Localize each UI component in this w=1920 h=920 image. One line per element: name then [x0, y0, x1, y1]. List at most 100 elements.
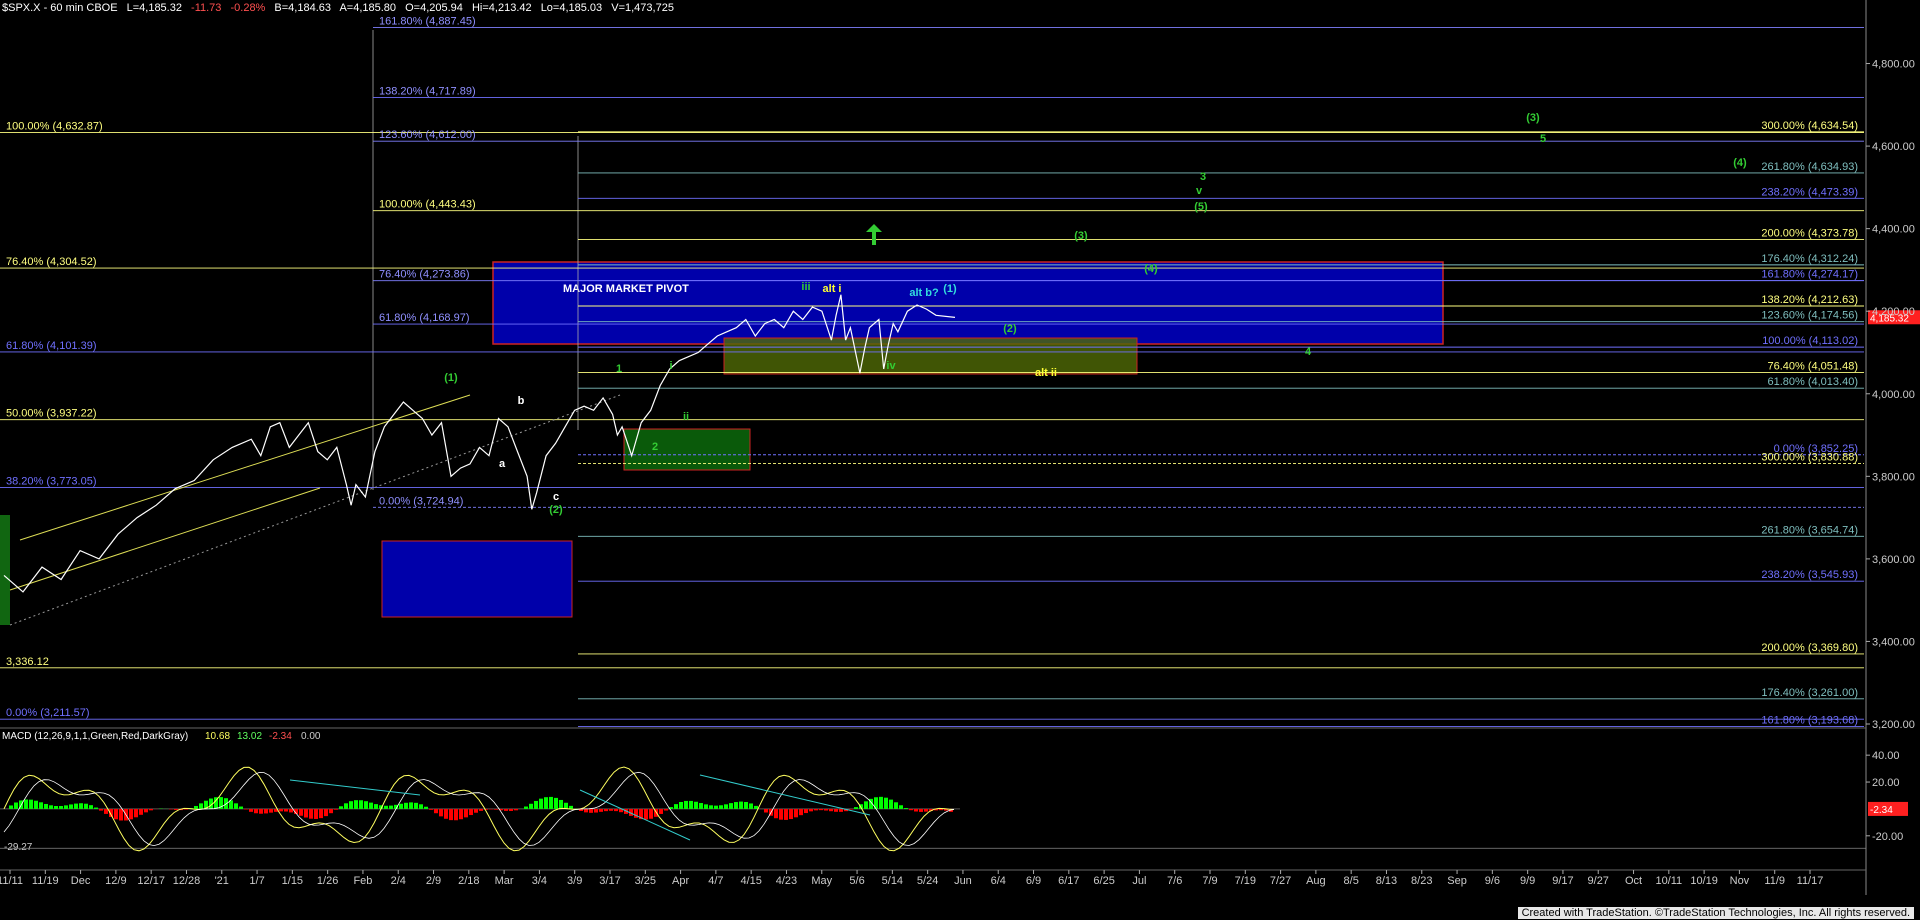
- macd-value: 13.02: [237, 731, 262, 742]
- macd-bar: [664, 808, 668, 811]
- macd-bar: [174, 808, 178, 810]
- x-tick-label: 6/4: [991, 875, 1006, 887]
- macd-bar: [494, 808, 498, 810]
- macd-bar: [69, 804, 73, 809]
- x-tick-label: 11/11: [0, 875, 23, 887]
- macd-bar: [889, 799, 893, 809]
- macd-value: -2.34: [269, 731, 292, 742]
- macd-bar: [279, 808, 283, 812]
- wave-label: iv: [886, 360, 896, 372]
- macd-bar: [504, 808, 508, 811]
- macd-bar: [329, 808, 333, 814]
- low-value: Lo=4,185.03: [540, 2, 603, 14]
- wave-label: (4): [1144, 263, 1158, 275]
- macd-bar: [909, 808, 913, 811]
- x-tick-label: Mar: [495, 875, 514, 887]
- fib-right-label: 200.00% (4,373.78): [1761, 227, 1858, 239]
- change-value: -11.73: [191, 2, 222, 14]
- x-tick-label: 3/9: [567, 875, 582, 887]
- macd-bar: [829, 808, 833, 812]
- macd-tick-label: 20.00: [1872, 777, 1900, 789]
- x-tick-label: 12/17: [137, 875, 165, 887]
- macd-bar: [539, 798, 543, 809]
- macd-bar: [434, 808, 438, 814]
- x-tick-label: 9/6: [1485, 875, 1500, 887]
- macd-tick-label: -20.00: [1872, 831, 1903, 843]
- y-tick-label: 4,600.00: [1872, 141, 1915, 153]
- macd-bar: [129, 808, 133, 820]
- fib-left-label: 0.00% (3,211.57): [6, 707, 90, 719]
- macd-bar: [364, 801, 368, 809]
- fib-mid-label: 0.00% (3,724.94): [379, 495, 463, 507]
- macd-bar: [599, 808, 603, 812]
- macd-bar: [319, 808, 323, 819]
- macd-bar: [344, 803, 348, 809]
- macd-bar: [444, 808, 448, 819]
- macd-bar: [939, 808, 943, 811]
- macd-bar: [324, 808, 328, 817]
- high-value: Hi=4,213.42: [471, 2, 532, 14]
- wave-label: ii: [683, 411, 689, 423]
- fib-right-label: 76.40% (4,051.48): [1767, 361, 1858, 373]
- x-tick-label: 7/27: [1270, 875, 1291, 887]
- fib-mid-label: 61.80% (4,168.97): [379, 312, 470, 324]
- wave-label: (4): [1733, 157, 1747, 169]
- macd-bar: [714, 805, 718, 809]
- x-tick-label: 6/17: [1058, 875, 1079, 887]
- x-tick-label: 8/13: [1376, 875, 1397, 887]
- macd-bar: [799, 808, 803, 816]
- macd-bar: [604, 808, 608, 812]
- macd-current-label: -2.34: [1870, 805, 1893, 816]
- x-tick-label: 12/9: [105, 875, 126, 887]
- fib-right-label: 161.80% (3,193.68): [1761, 715, 1858, 727]
- macd-bar: [559, 799, 563, 809]
- macd-bar: [549, 796, 553, 809]
- macd-divergence-3: [579, 789, 691, 841]
- x-tick-label: 1/26: [317, 875, 338, 887]
- wave-label: (5): [1194, 201, 1208, 213]
- x-tick-label: 11/9: [1764, 875, 1785, 887]
- fib-left-label: 100.00% (4,632.87): [6, 121, 103, 133]
- macd-bar: [49, 805, 53, 809]
- up-arrow-icon: [866, 224, 882, 245]
- fib-right-label: 300.00% (3,830.88): [1761, 452, 1858, 464]
- macd-bar: [119, 808, 123, 821]
- x-tick-label: 4/7: [708, 875, 723, 887]
- macd-bar: [404, 802, 408, 809]
- macd-bar: [529, 803, 533, 809]
- price-chart[interactable]: MAJOR MARKET PIVOT 100.00% (4,632.87) 76.4…: [0, 0, 1920, 920]
- x-tick-label: Dec: [71, 875, 91, 887]
- x-tick-label: 2/18: [458, 875, 479, 887]
- macd-bar: [89, 805, 93, 809]
- macd-bar: [34, 800, 38, 809]
- macd-bar: [384, 805, 388, 809]
- macd-bar: [784, 808, 788, 820]
- macd-bar: [884, 797, 888, 809]
- macd-bar: [339, 806, 343, 809]
- x-tick-label: 9/17: [1552, 875, 1573, 887]
- fib-right-label: 238.20% (3,545.93): [1761, 569, 1858, 581]
- macd-bar: [39, 802, 43, 809]
- macd-bar: [724, 804, 728, 809]
- fib-right-label: 200.00% (3,369.80): [1761, 642, 1858, 654]
- x-tick-label: Apr: [672, 875, 689, 887]
- macd-bar: [104, 808, 108, 814]
- x-tick-label: 3/17: [599, 875, 620, 887]
- macd-bar: [254, 808, 258, 814]
- macd-bar: [589, 808, 593, 813]
- fib-right-label: 261.80% (3,654.74): [1761, 524, 1858, 536]
- macd-bar: [259, 808, 263, 814]
- macd-bar: [524, 806, 528, 809]
- macd-divergence-1: [289, 779, 421, 796]
- macd-bar: [719, 805, 723, 809]
- fib-right-label: 161.80% (4,274.17): [1761, 269, 1858, 281]
- open-value: O=4,205.94: [405, 2, 463, 14]
- change-pct: -0.28%: [230, 2, 266, 14]
- wave-label: 5: [1540, 133, 1546, 145]
- x-tick-label: 7/6: [1167, 875, 1182, 887]
- footer-credit: Created with TradeStation. ©TradeStation…: [1517, 907, 1914, 919]
- x-tick-label: 8/5: [1344, 875, 1359, 887]
- macd-bar: [534, 800, 538, 809]
- y-tick-label: 4,200.00: [1872, 306, 1915, 318]
- x-tick-label: 5/24: [917, 875, 938, 887]
